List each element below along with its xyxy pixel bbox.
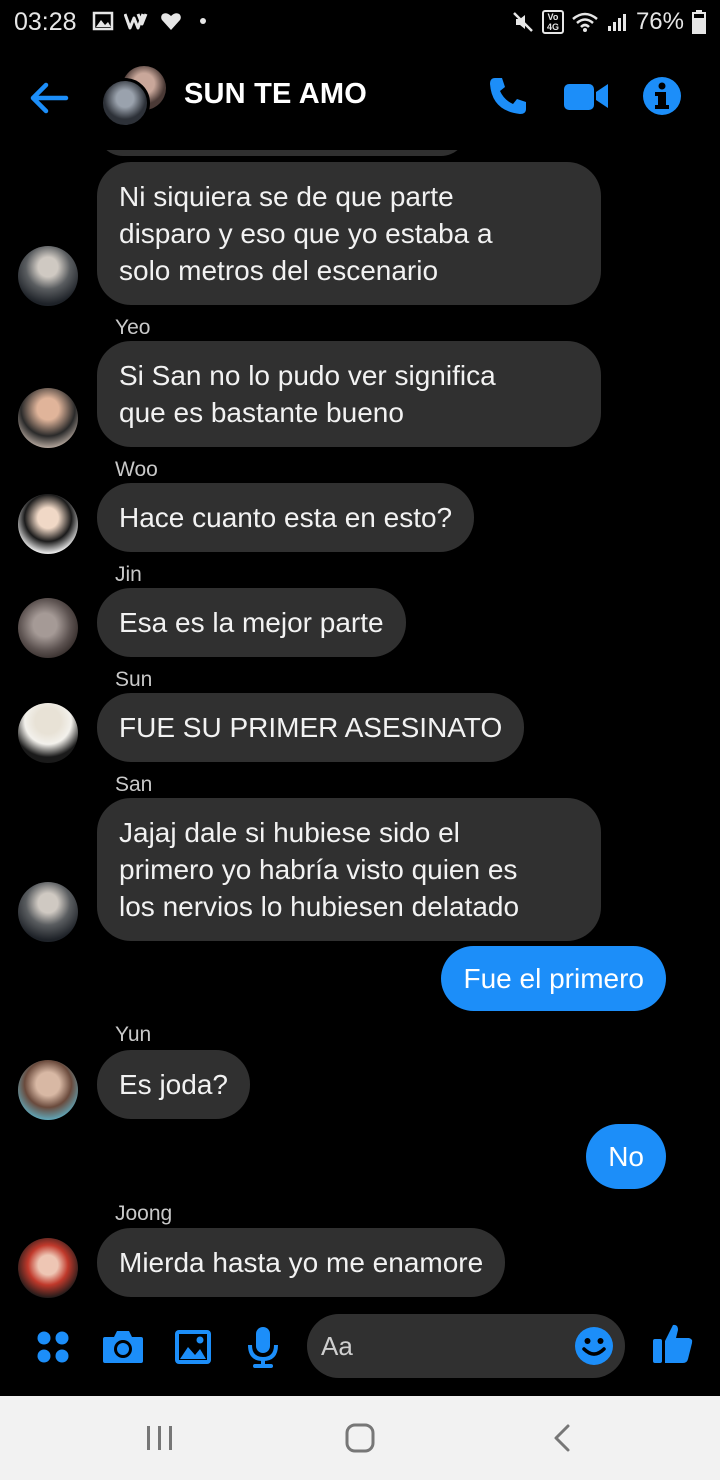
avatar[interactable] (18, 1060, 78, 1120)
voice-call-button[interactable] (484, 72, 532, 120)
info-button[interactable] (638, 72, 686, 120)
group-avatar-member-2 (100, 78, 150, 128)
heart-icon (161, 13, 181, 30)
recent-apps-button[interactable] (138, 1420, 182, 1456)
video-camera-icon (564, 84, 608, 110)
avatar[interactable] (18, 246, 78, 306)
recent-apps-icon (147, 1426, 172, 1450)
status-right: Vo 4G 76% (512, 8, 706, 36)
message-line: solo metros del escenario (119, 255, 439, 286)
message-bubble[interactable]: Hace cuanto esta en esto? (97, 483, 475, 552)
back-button[interactable] (26, 76, 70, 120)
microphone-icon (248, 1327, 278, 1368)
message-bubble[interactable]: Jajaj dale si hubiese sido el primero yo… (97, 798, 601, 941)
message-line: FUE SU PRIMER ASESINATO (119, 712, 503, 743)
status-bar: 03:28 Vo 4G 76% (0, 0, 720, 44)
sender-name: Yeo (115, 316, 151, 339)
voice-record-button[interactable] (240, 1324, 286, 1370)
avatar[interactable] (18, 494, 78, 554)
message-bubble[interactable]: Mierda hasta yo me enamore (97, 1228, 506, 1297)
image-notification-icon (92, 11, 114, 31)
network-type: 4G (546, 22, 559, 32)
message-line: que es bastante bueno (119, 397, 404, 428)
avatar[interactable] (18, 882, 78, 942)
sender-name: Sun (115, 668, 153, 691)
message-line: primero yo habría visto quien es (119, 854, 518, 885)
message-line: Fue el primero (463, 963, 644, 994)
volte-label: Vo (547, 12, 559, 22)
message-line: Jajaj dale si hubiese sido el (119, 817, 460, 848)
message-bubble[interactable]: Ni siquiera se de que parte disparo y es… (97, 162, 601, 305)
outgoing-message-bubble[interactable]: No (586, 1124, 666, 1189)
more-notifications-dot-icon (200, 18, 206, 24)
sender-name: Woo (115, 458, 158, 481)
sender-name: Jin (115, 563, 142, 586)
gallery-icon (175, 1330, 211, 1364)
sender-name: Joong (115, 1202, 173, 1225)
message-bubble[interactable]: Es joda? (97, 1050, 250, 1119)
like-button[interactable] (650, 1320, 696, 1366)
info-icon (643, 77, 681, 115)
notification-icons (92, 10, 206, 32)
home-button[interactable] (338, 1420, 382, 1456)
emoji-button[interactable] (574, 1326, 614, 1366)
system-nav-bar (0, 1396, 720, 1480)
sender-name: Yun (115, 1023, 152, 1046)
avatar[interactable] (18, 703, 78, 763)
message-bubble[interactable]: Esa es la mejor parte (97, 588, 406, 657)
chat-header: SUN TE AMO (0, 50, 720, 146)
phone-icon (490, 78, 526, 114)
video-call-button[interactable] (562, 72, 610, 120)
message-line: No (608, 1141, 644, 1172)
camera-button[interactable] (100, 1324, 146, 1370)
signal-icon (607, 14, 626, 31)
message-line: Ni siquiera se de que parte (119, 181, 454, 212)
back-arrow-icon (30, 82, 69, 114)
sender-name: San (115, 773, 153, 796)
wifi-icon (572, 12, 598, 32)
message-line: Si San no lo pudo ver significa (119, 360, 496, 391)
message-line: Es joda? (119, 1069, 228, 1100)
message-line: Hace cuanto esta en esto? (119, 502, 453, 533)
avatar[interactable] (18, 1238, 78, 1298)
outgoing-message-bubble[interactable]: Fue el primero (441, 946, 666, 1011)
back-icon (554, 1424, 570, 1452)
apps-menu-icon (37, 1331, 69, 1363)
status-time: 03:28 (14, 8, 77, 36)
message-line: los nervios lo hubiesen delatado (119, 891, 520, 922)
app-notification-icon (124, 13, 148, 30)
battery-percent: 76% (635, 8, 684, 35)
gallery-button[interactable] (170, 1324, 216, 1370)
message-line: Mierda hasta yo me enamore (119, 1247, 484, 1278)
message-bubble[interactable]: Si San no lo pudo ver significa que es b… (97, 341, 601, 447)
nav-back-button[interactable] (540, 1420, 584, 1456)
home-icon (345, 1423, 375, 1453)
chat-title[interactable]: SUN TE AMO (184, 78, 367, 111)
message-list[interactable]: Ni siquiera se de que parte disparo y es… (0, 150, 720, 1300)
message-line: Esa es la mejor parte (119, 607, 384, 638)
message-line: disparo y eso que yo estaba a (119, 218, 493, 249)
previous-message-edge (97, 150, 467, 156)
message-bubble[interactable]: FUE SU PRIMER ASESINATO (97, 693, 525, 762)
thumbs-up-icon (653, 1324, 693, 1363)
volte-badge: Vo 4G (541, 10, 564, 34)
emoji-icon (575, 1327, 613, 1365)
camera-icon (103, 1331, 143, 1363)
group-avatar[interactable] (100, 66, 166, 132)
message-composer (0, 1304, 720, 1394)
battery-icon (692, 10, 706, 34)
avatar[interactable] (18, 388, 78, 448)
avatar[interactable] (18, 598, 78, 658)
apps-menu-button[interactable] (30, 1324, 76, 1370)
mute-icon (513, 12, 533, 32)
